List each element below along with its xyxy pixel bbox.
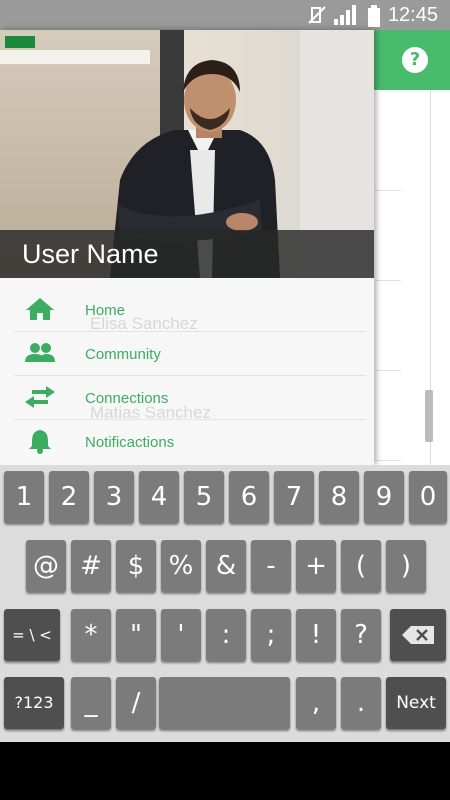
key-label: - — [266, 551, 276, 581]
key-label: _ — [84, 688, 98, 718]
menu-item-label: Notificactions — [85, 434, 175, 451]
menu-item-connections[interactable]: Connections — [14, 376, 366, 420]
divider — [375, 190, 401, 191]
key-7[interactable]: 7 — [274, 471, 314, 523]
key-label: $ — [127, 551, 145, 581]
key-4[interactable]: 4 — [139, 471, 179, 523]
key-label: : — [221, 620, 231, 650]
key-ampersand[interactable]: & — [206, 540, 246, 592]
key-double-quote[interactable]: " — [116, 609, 156, 661]
key-label: 1 — [15, 482, 33, 512]
key-at[interactable]: @ — [26, 540, 66, 592]
key-label: ; — [266, 620, 276, 650]
divider — [375, 460, 401, 461]
key-label: ?123 — [14, 693, 54, 712]
key-semicolon[interactable]: ; — [251, 609, 291, 661]
profile-header[interactable]: User Name — [0, 230, 374, 278]
key-percent[interactable]: % — [161, 540, 201, 592]
key-label: ) — [400, 551, 412, 581]
menu-item-label: Home — [85, 302, 126, 319]
mute-icon — [306, 5, 328, 30]
next-key[interactable]: Next — [386, 677, 446, 729]
key-label: ! — [310, 620, 322, 650]
key-label: & — [215, 551, 237, 581]
key-label: . — [356, 688, 366, 718]
key-123[interactable]: ?123 — [4, 677, 64, 729]
key-exclamation[interactable]: ! — [296, 609, 336, 661]
key-label: Next — [396, 693, 436, 713]
key-minus[interactable]: - — [251, 540, 291, 592]
battery-icon — [367, 5, 381, 32]
key-label: @ — [33, 551, 59, 581]
key-2[interactable]: 2 — [49, 471, 89, 523]
user-name: User Name — [22, 239, 159, 269]
key-open-paren[interactable]: ( — [341, 540, 381, 592]
key-1[interactable]: 1 — [4, 471, 44, 523]
key-label: / — [131, 688, 141, 718]
spacebar[interactable] — [159, 677, 290, 729]
key-5[interactable]: 5 — [184, 471, 224, 523]
menu-item-label: Connections — [85, 390, 169, 407]
navigation-drawer: User Name Elisa Sanchez Matias Sanchez H… — [0, 30, 374, 465]
key-single-quote[interactable]: ' — [161, 609, 201, 661]
menu-item-notifications[interactable]: Notificactions — [14, 420, 366, 464]
key-6[interactable]: 6 — [229, 471, 269, 523]
menu-item-home[interactable]: Home — [14, 288, 366, 332]
key-0[interactable]: 0 — [409, 471, 447, 523]
key-8[interactable]: 8 — [319, 471, 359, 523]
key-label: 8 — [330, 482, 348, 512]
key-comma[interactable]: , — [296, 677, 336, 729]
key-label: 0 — [419, 482, 437, 512]
key-close-paren[interactable]: ) — [386, 540, 426, 592]
divider — [375, 370, 401, 371]
key-label: 3 — [105, 482, 123, 512]
backspace-key[interactable] — [390, 609, 446, 661]
help-button[interactable]: ? — [402, 47, 428, 73]
key-label: 9 — [375, 482, 393, 512]
signal-icon — [334, 5, 358, 30]
key-label: * — [84, 620, 98, 650]
menu-item-label: Community — [85, 346, 161, 363]
key-colon[interactable]: : — [206, 609, 246, 661]
key-label: ( — [355, 551, 367, 581]
key-underscore[interactable]: _ — [71, 677, 111, 729]
key-more-symbols[interactable]: = \ < — [4, 609, 60, 661]
divider — [375, 280, 401, 281]
key-label: = \ < — [12, 626, 52, 644]
numeric-symbol-keyboard: 1 2 3 4 5 6 7 8 9 0 @ # $ % & - + ( ) = … — [0, 465, 450, 742]
key-9[interactable]: 9 — [364, 471, 404, 523]
home-icon — [24, 296, 56, 322]
key-hash[interactable]: # — [71, 540, 111, 592]
backspace-icon — [390, 609, 446, 666]
key-label: + — [305, 551, 327, 581]
key-plus[interactable]: + — [296, 540, 336, 592]
clock: 12:45 — [387, 4, 438, 26]
key-dollar[interactable]: $ — [116, 540, 156, 592]
status-bar: 12:45 — [0, 0, 450, 30]
key-label: 6 — [240, 482, 258, 512]
key-question[interactable]: ? — [341, 609, 381, 661]
key-asterisk[interactable]: * — [71, 609, 111, 661]
key-label: , — [311, 688, 321, 718]
key-label: 7 — [285, 482, 303, 512]
key-label: 4 — [150, 482, 168, 512]
key-label: # — [80, 551, 102, 581]
menu-item-community[interactable]: Community — [14, 332, 366, 376]
navigation-bar-area — [0, 742, 450, 800]
key-label: ? — [354, 620, 368, 650]
connections-icon — [24, 384, 56, 410]
key-label: % — [168, 551, 194, 581]
key-3[interactable]: 3 — [94, 471, 134, 523]
key-label: " — [130, 620, 142, 650]
key-label: 5 — [195, 482, 213, 512]
key-slash[interactable]: / — [116, 677, 156, 729]
key-label: ' — [177, 620, 185, 650]
key-period[interactable]: . — [341, 677, 381, 729]
key-label: 2 — [60, 482, 78, 512]
community-icon — [24, 340, 56, 366]
bell-icon — [24, 428, 56, 454]
scrollbar[interactable] — [425, 390, 433, 442]
